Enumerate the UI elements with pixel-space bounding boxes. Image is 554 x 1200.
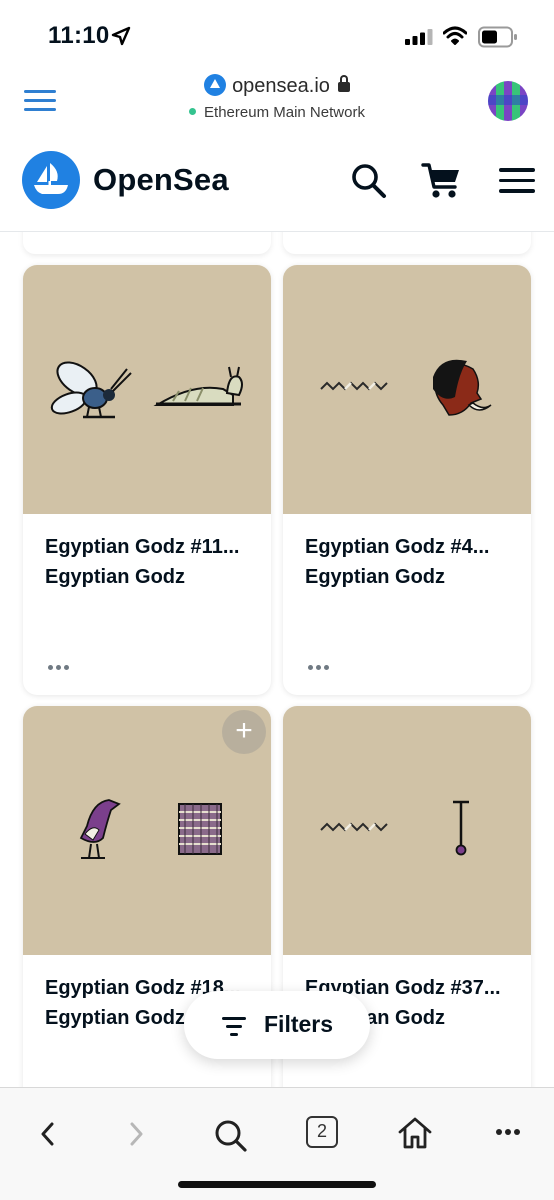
asset-grid: Egyptian Godz #11... Egyptian Godz Egypt… — [0, 232, 554, 1087]
filter-icon — [222, 1017, 246, 1041]
asset-card[interactable]: Egyptian Godz #11... Egyptian Godz — [23, 265, 271, 695]
signal-icon — [405, 29, 433, 45]
hieroglyph-bee-slug-art — [50, 361, 243, 419]
cart-icon[interactable] — [421, 160, 463, 202]
menu-icon[interactable] — [499, 168, 535, 200]
asset-title[interactable]: Egyptian Godz #11... — [45, 536, 255, 559]
asset-image[interactable] — [283, 265, 531, 514]
site-domain: opensea.io — [232, 75, 330, 97]
asset-image[interactable]: + — [23, 706, 271, 955]
location-arrow-icon — [111, 26, 131, 46]
plus-icon[interactable]: + — [222, 710, 266, 754]
forward-icon[interactable] — [126, 1118, 148, 1150]
asset-collection[interactable]: Egyptian Godz — [45, 566, 255, 589]
more-icon[interactable] — [308, 653, 332, 676]
more-icon[interactable] — [495, 1128, 521, 1136]
back-icon[interactable] — [36, 1118, 58, 1150]
asset-image[interactable] — [23, 265, 271, 514]
search-icon[interactable] — [213, 1118, 249, 1154]
tabs-icon[interactable]: 2 — [306, 1116, 338, 1148]
wifi-icon — [443, 26, 467, 45]
asset-image[interactable] — [283, 706, 531, 955]
filters-label: Filters — [264, 1011, 334, 1037]
asset-collection[interactable]: Egyptian Godz — [305, 566, 515, 589]
asset-card[interactable]: Egyptian Godz #4... Egyptian Godz — [283, 265, 531, 695]
network-row: Ethereum Main Network — [0, 104, 554, 121]
battery-icon — [478, 26, 517, 48]
more-icon[interactable] — [48, 653, 72, 676]
card-stub[interactable] — [283, 232, 531, 254]
browser-address-bar[interactable]: opensea.io Ethereum Main Network — [0, 70, 554, 132]
search-icon[interactable] — [350, 162, 388, 200]
home-icon[interactable] — [396, 1114, 434, 1152]
card-stub[interactable] — [23, 232, 271, 254]
opensea-favicon-icon — [204, 74, 227, 96]
status-time: 11:10 — [48, 22, 110, 49]
hieroglyph-water-key-art — [320, 800, 469, 856]
asset-title[interactable]: Egyptian Godz #4... — [305, 536, 515, 559]
opensea-logo-icon[interactable] — [22, 151, 80, 209]
home-indicator — [178, 1181, 376, 1188]
lock-icon — [337, 75, 350, 92]
opensea-header: OpenSea — [0, 132, 554, 232]
network-name: Ethereum Main Network — [204, 104, 365, 121]
site-domain-row[interactable]: opensea.io — [0, 74, 554, 98]
status-bar: 11:10 — [0, 0, 554, 70]
hieroglyph-water-head-art — [320, 359, 492, 416]
wallet-avatar[interactable] — [488, 81, 528, 121]
filters-button[interactable]: Filters — [184, 991, 370, 1059]
network-status-dot — [189, 108, 197, 115]
brand-name[interactable]: OpenSea — [93, 162, 229, 198]
